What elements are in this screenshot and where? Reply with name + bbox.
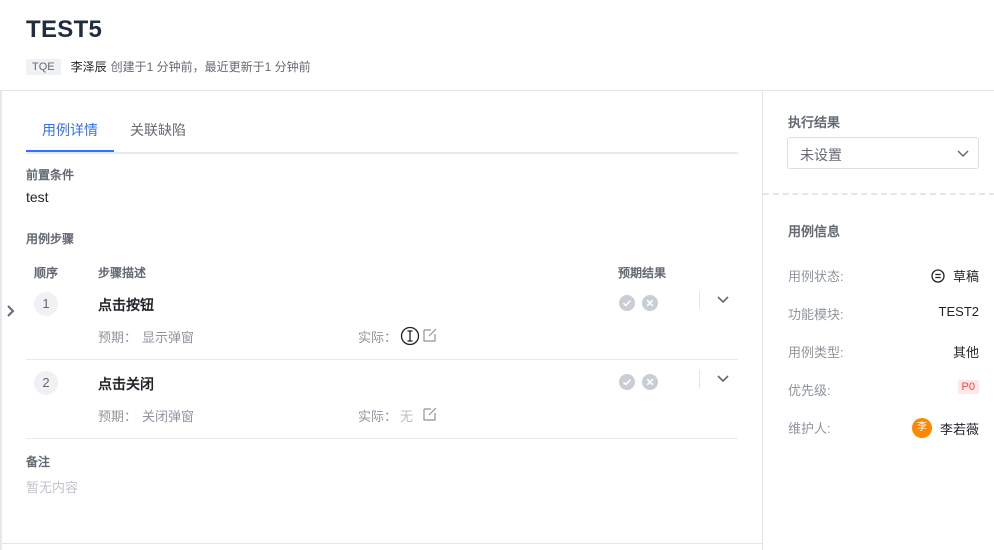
- status-value-wrap[interactable]: 草稿: [931, 266, 979, 285]
- meta-row: TQE 李泽辰 创建于1 分钟前，最近更新于1 分钟前: [26, 58, 994, 75]
- remark-label: 备注: [26, 455, 51, 469]
- edit-icon[interactable]: [423, 328, 437, 342]
- step-actual-label: 实际：: [358, 330, 398, 345]
- tab-bar: 用例详情 关联缺陷: [26, 91, 738, 154]
- tab-linked-defects[interactable]: 关联缺陷: [130, 120, 186, 140]
- execution-result-label: 执行结果: [788, 115, 841, 130]
- remark-value: 暂无内容: [26, 480, 79, 495]
- execution-result-value: 未设置: [800, 147, 842, 163]
- execution-result-select[interactable]: 未设置: [787, 137, 979, 169]
- chevron-down-icon: [957, 150, 969, 158]
- info-row-status: 用例状态: 草稿: [788, 266, 979, 286]
- dashed-divider: [763, 193, 994, 195]
- owner-value: 李若薇: [939, 421, 979, 437]
- column-expected-result: 预期结果: [618, 266, 667, 280]
- step-row[interactable]: 2 点击关闭 预期： 关闭弹窗 实际： 无: [26, 360, 738, 439]
- step-row[interactable]: 1 点击按钮 预期： 显示弹窗 实际：: [26, 281, 738, 360]
- text-cursor-icon: [400, 326, 420, 346]
- steps-label: 用例步骤: [26, 232, 75, 246]
- step-expected-value: 关闭弹窗: [142, 409, 195, 424]
- type-value[interactable]: 其他: [953, 342, 979, 361]
- case-info-label: 用例信息: [788, 224, 841, 239]
- column-order: 顺序: [34, 266, 59, 280]
- module-key: 功能模块:: [788, 307, 844, 322]
- left-edge-bar: [0, 90, 2, 550]
- precondition-value: test: [26, 189, 49, 205]
- column-description: 步骤描述: [98, 266, 147, 280]
- step-title: 点击按钮: [98, 297, 154, 313]
- expand-arrow-icon[interactable]: [6, 304, 16, 318]
- step-number: 1: [34, 292, 58, 316]
- step-number: 2: [34, 371, 58, 395]
- step-title: 点击关闭: [98, 376, 154, 392]
- meta-timestamps: 创建于1 分钟前，最近更新于1 分钟前: [110, 60, 311, 74]
- step-expected-value: 显示弹窗: [142, 330, 195, 345]
- type-key: 用例类型:: [788, 345, 844, 360]
- tab-case-details[interactable]: 用例详情: [42, 120, 98, 140]
- project-badge: TQE: [26, 58, 61, 75]
- main-content: 用例详情 关联缺陷 前置条件 test 用例步骤 顺序 步骤描述 预期结果 1 …: [26, 91, 738, 550]
- active-tab-indicator: [26, 150, 114, 152]
- close-circle-icon[interactable]: [642, 295, 658, 311]
- edit-icon[interactable]: [423, 407, 437, 421]
- chevron-down-icon[interactable]: [715, 291, 731, 307]
- divider: [699, 291, 700, 309]
- module-value[interactable]: TEST2: [939, 304, 979, 319]
- step-actual-label: 实际：: [358, 409, 398, 424]
- right-panel: 执行结果 未设置 用例信息 用例状态: 草稿 功能模块: TEST2 用例类型:…: [762, 91, 994, 550]
- author-name[interactable]: 李泽辰: [71, 58, 107, 75]
- priority-badge[interactable]: P0: [957, 380, 979, 394]
- chevron-down-icon[interactable]: [715, 370, 731, 386]
- info-row-type: 用例类型: 其他: [788, 342, 979, 362]
- draft-status-icon: [931, 268, 945, 283]
- owner-value-wrap[interactable]: 李 李若薇: [911, 418, 979, 438]
- step-expected-label: 预期：: [98, 330, 138, 345]
- bottom-divider: [2, 543, 762, 544]
- step-expected-label: 预期：: [98, 409, 138, 424]
- info-row-owner: 维护人: 李 李若薇: [788, 418, 979, 438]
- priority-key: 优先级:: [788, 383, 831, 398]
- info-row-module: 功能模块: TEST2: [788, 304, 979, 324]
- avatar: 李: [911, 418, 932, 438]
- page-title: TEST5: [26, 16, 103, 43]
- status-value: 草稿: [952, 269, 979, 284]
- info-row-priority: 优先级: P0: [788, 380, 979, 400]
- check-circle-icon[interactable]: [619, 295, 635, 311]
- close-circle-icon[interactable]: [642, 374, 658, 390]
- divider: [699, 370, 700, 388]
- owner-key: 维护人:: [788, 421, 831, 436]
- step-actual-value[interactable]: 无: [400, 406, 413, 425]
- page-header: TEST5 TQE 李泽辰 创建于1 分钟前，最近更新于1 分钟前: [26, 16, 994, 75]
- status-key: 用例状态:: [788, 269, 844, 284]
- check-circle-icon[interactable]: [619, 374, 635, 390]
- precondition-label: 前置条件: [26, 168, 75, 182]
